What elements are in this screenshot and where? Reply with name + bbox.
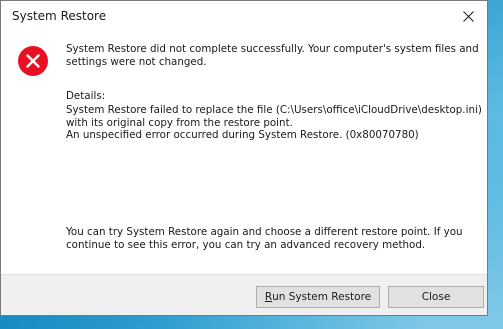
close-button-label: Close — [421, 291, 451, 303]
details-text: System Restore failed to replace the fil… — [66, 104, 482, 142]
window-title: System Restore — [12, 9, 107, 23]
close-icon — [463, 11, 474, 22]
run-button-accelerator: R — [264, 291, 273, 303]
close-window-button[interactable] — [450, 1, 487, 32]
title-bar: System Restore — [1, 1, 487, 32]
close-button[interactable]: Close — [388, 286, 484, 308]
error-message: System Restore did not complete successf… — [66, 43, 479, 68]
run-button-label: un System Restore — [272, 291, 372, 303]
run-system-restore-button[interactable]: Run System Restore — [256, 286, 380, 308]
error-message-line-2: settings were not changed. — [66, 55, 207, 68]
suggestion-line-2: continue to see this error, you can try … — [66, 238, 426, 251]
details-label: Details: — [66, 90, 106, 102]
system-restore-dialog: System Restore System Restore did not co… — [0, 0, 488, 316]
details-line-1: System Restore failed to replace the fil… — [66, 104, 482, 116]
button-bar: Run System Restore Close — [1, 274, 487, 315]
details-line-3: An unspecified error occurred during Sys… — [66, 129, 419, 141]
details-line-2: with its original copy from the restore … — [66, 116, 293, 129]
dialog-content: System Restore did not complete successf… — [1, 32, 487, 274]
error-icon — [18, 46, 48, 76]
suggestion-line-1: You can try System Restore again and cho… — [66, 226, 463, 238]
suggestion-text: You can try System Restore again and cho… — [66, 226, 476, 251]
error-message-line-1: System Restore did not complete successf… — [66, 43, 479, 55]
